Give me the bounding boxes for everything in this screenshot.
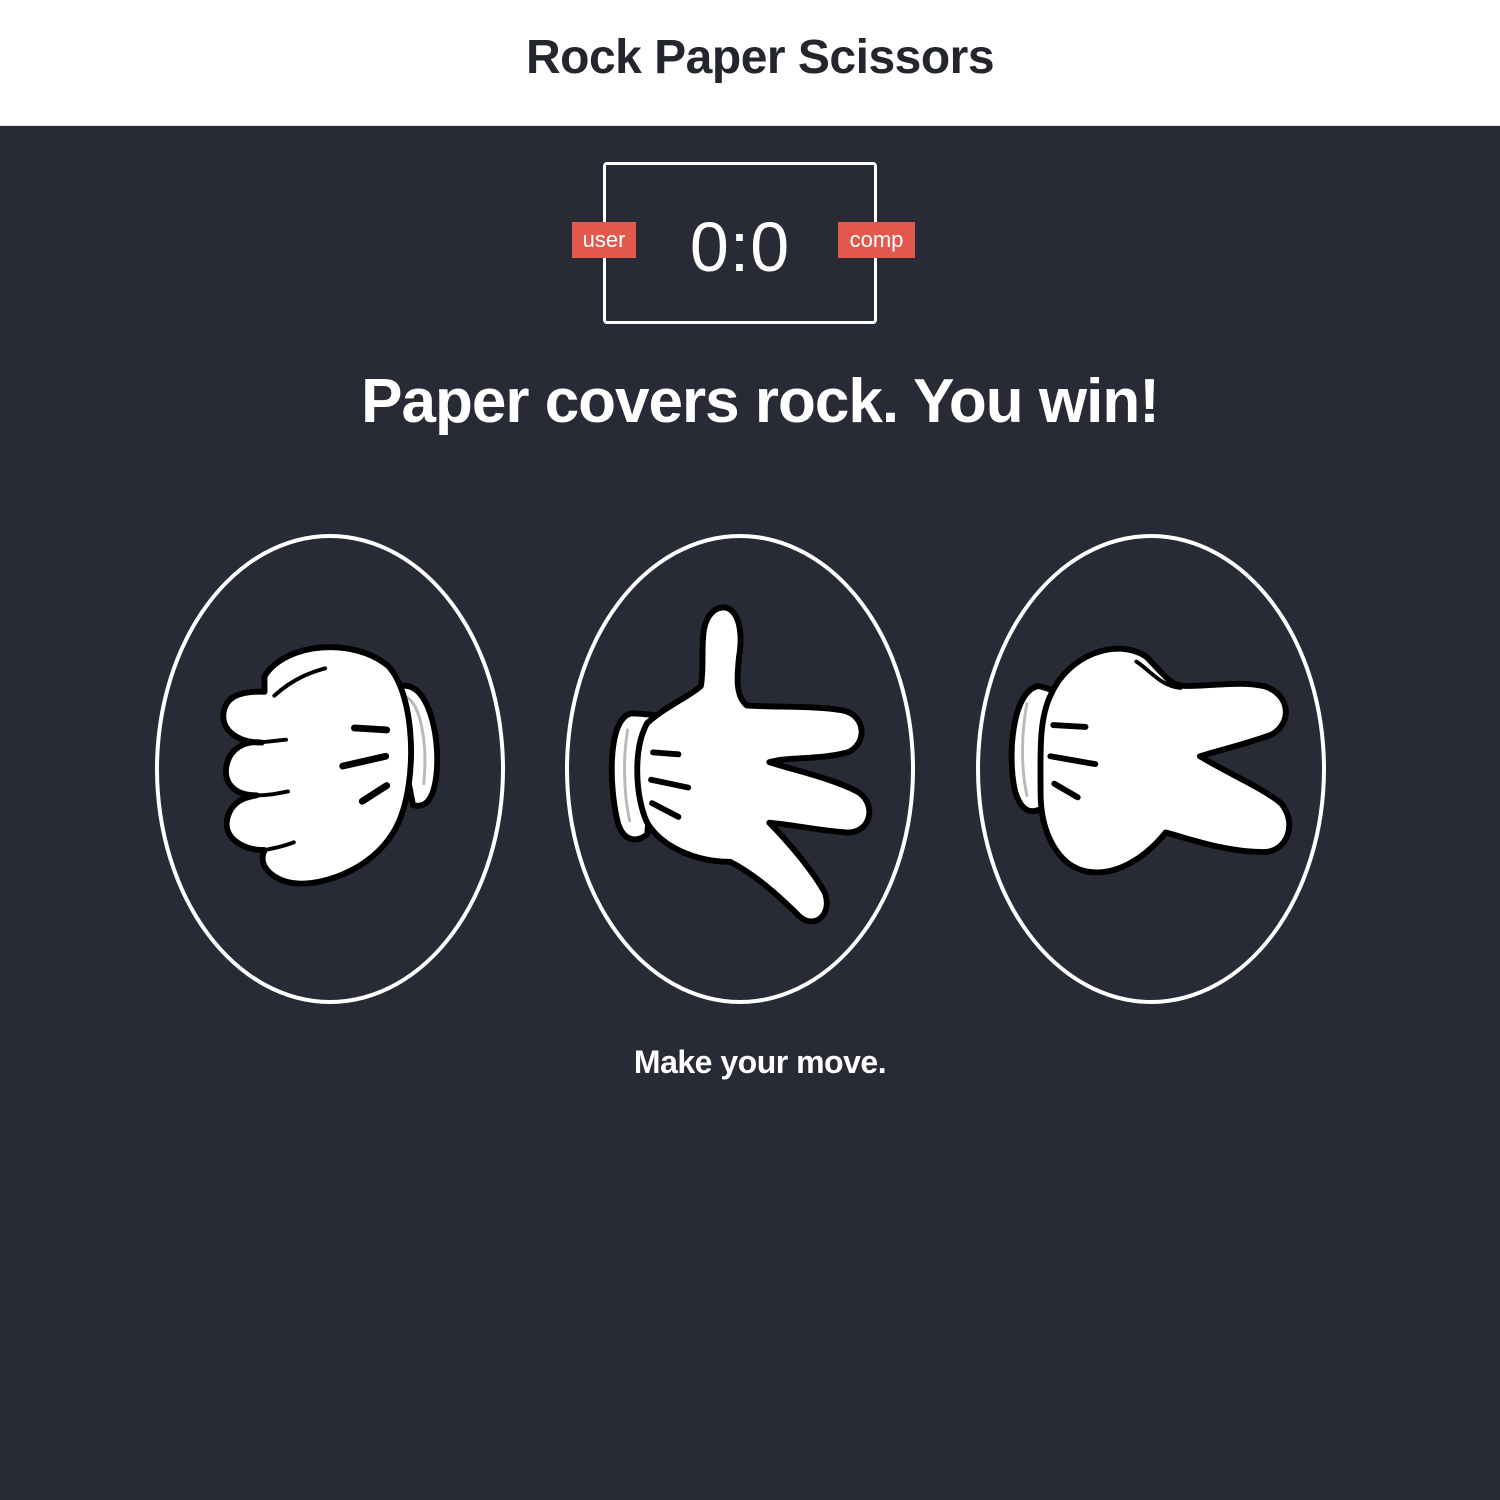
paper-hand-icon xyxy=(608,604,873,925)
game-area: 0:0 user comp Paper covers rock. You win… xyxy=(0,126,1500,1500)
header: Rock Paper Scissors xyxy=(0,0,1500,126)
page-title: Rock Paper Scissors xyxy=(525,31,995,84)
comp-badge: comp xyxy=(838,222,915,258)
rock-hand-icon xyxy=(220,644,441,887)
scissors-choice-button[interactable] xyxy=(976,534,1326,1004)
score-value: 0:0 xyxy=(689,208,791,286)
user-badge: user xyxy=(572,222,636,258)
rock-choice-button[interactable] xyxy=(155,534,505,1004)
result-message: Paper covers rock. You win! xyxy=(361,367,1160,436)
paper-choice-button[interactable] xyxy=(565,534,915,1004)
action-message: Make your move. xyxy=(633,1044,887,1080)
scissors-hand-icon xyxy=(1008,645,1293,876)
score-board: 0:0 xyxy=(603,162,877,324)
